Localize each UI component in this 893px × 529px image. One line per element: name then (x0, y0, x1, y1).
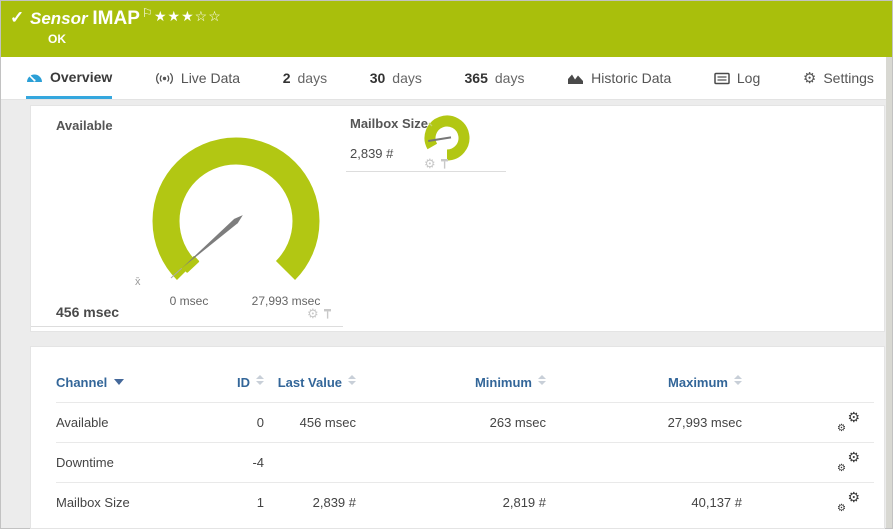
status-check-icon: ✓ (10, 8, 25, 27)
tab-365-days[interactable]: 365 days (465, 57, 525, 99)
live-data-icon (155, 72, 173, 84)
tab-settings-label: Settings (823, 70, 874, 86)
stars-filled: ★★★ (154, 8, 195, 24)
tab-2-days-label: days (297, 70, 328, 86)
sensor-name: IMAP (92, 8, 140, 29)
channel-maximum: 40,137 # (546, 482, 742, 522)
tab-live-data-label: Live Data (180, 70, 241, 86)
tab-30-days[interactable]: 30 days (370, 57, 422, 99)
tab-live-data[interactable]: Live Data (155, 57, 240, 99)
pin-icon[interactable] (323, 308, 332, 320)
available-gauge-cell[interactable]: Available x̄ 0 msec 27,993 msec 456 msec… (31, 106, 343, 327)
tab-log-label: Log (736, 70, 761, 86)
channel-id: 1 (206, 482, 264, 522)
sort-icon (256, 375, 264, 385)
tab-historic-data-label: Historic Data (591, 70, 672, 86)
available-gauge (152, 137, 320, 281)
sort-icon (734, 375, 742, 385)
tab-historic-data[interactable]: Historic Data (567, 57, 671, 99)
column-header-last-value[interactable]: Last Value (264, 361, 356, 403)
channel-id: -4 (206, 442, 264, 483)
channel-minimum (356, 442, 546, 483)
channel-last-value (264, 442, 356, 483)
channel-maximum: 27,993 msec (546, 402, 742, 443)
sort-desc-icon (114, 379, 125, 385)
scrollbar-track[interactable] (886, 57, 892, 528)
tab-365-days-label: days (494, 70, 525, 86)
channel-settings-icon[interactable]: ⚙ ⚙ (836, 409, 860, 434)
status-badge: OK (48, 32, 66, 46)
channel-name[interactable]: Mailbox Size (56, 482, 206, 522)
channel-last-value: 2,839 # (264, 482, 356, 522)
mailbox-size-gauge-cell[interactable]: Mailbox Size 2,839 # ⚙ (346, 106, 506, 172)
channels-table: Channel ID Last Value Minimum Maximum Av… (56, 361, 874, 522)
table-row[interactable]: Downtime -4 ⚙ ⚙ (56, 442, 874, 483)
channel-last-value: 456 msec (264, 402, 356, 443)
sensor-page: ✓ Sensor IMAP ⚐ ★★★☆☆ OK Overview Live D… (0, 0, 893, 529)
channel-name[interactable]: Available (56, 402, 206, 443)
tab-30-days-number: 30 (369, 70, 386, 86)
available-gauge-title: Available (56, 118, 113, 133)
average-marker: x̄ (135, 276, 141, 288)
tab-2-days-number: 2 (282, 70, 291, 86)
gauge-settings-gear-icon[interactable]: ⚙ (424, 156, 436, 172)
gauge-icon (27, 74, 42, 82)
sensor-type-label: Sensor (30, 9, 88, 28)
channel-id: 0 (206, 402, 264, 443)
gauge-settings-gear-icon[interactable]: ⚙ (307, 306, 319, 322)
sort-icon (348, 375, 356, 385)
pin-icon[interactable] (440, 158, 449, 170)
tab-settings[interactable]: ⚙ Settings (803, 57, 874, 99)
channel-minimum: 2,819 # (356, 482, 546, 522)
channel-minimum: 263 msec (356, 402, 546, 443)
channel-settings-icon[interactable]: ⚙ ⚙ (836, 489, 860, 514)
column-header-actions (742, 361, 874, 403)
tab-log[interactable]: Log (714, 57, 760, 99)
available-gauge-min-label: 0 msec (169, 294, 209, 308)
channel-name[interactable]: Downtime (56, 442, 206, 483)
sensor-status-header: ✓ Sensor IMAP ⚐ ★★★☆☆ OK (1, 1, 892, 57)
column-header-minimum[interactable]: Minimum (356, 361, 546, 403)
column-header-channel[interactable]: Channel (56, 361, 206, 403)
priority-stars[interactable]: ★★★☆☆ (154, 8, 222, 25)
channels-table-panel: Channel ID Last Value Minimum Maximum Av… (30, 346, 885, 529)
tab-bar: Overview Live Data 2 days 30 days 365 da… (1, 57, 886, 100)
table-row[interactable]: Available 0 456 msec 263 msec 27,993 mse… (56, 402, 874, 443)
column-header-maximum[interactable]: Maximum (546, 361, 742, 403)
tab-30-days-label: days (392, 70, 422, 86)
area-chart-icon (568, 74, 584, 84)
tab-365-days-number: 365 (464, 70, 488, 86)
tab-2-days[interactable]: 2 days (283, 57, 327, 99)
column-header-id[interactable]: ID (206, 361, 264, 403)
channel-maximum (546, 442, 742, 483)
tab-overview-label: Overview (50, 68, 113, 85)
flag-icon[interactable]: ⚐ (142, 6, 153, 20)
sort-icon (538, 375, 546, 385)
gauges-panel: Available x̄ 0 msec 27,993 msec 456 msec… (30, 105, 885, 332)
channel-settings-icon[interactable]: ⚙ ⚙ (836, 449, 860, 474)
page-title: Sensor IMAP ⚐ (30, 6, 153, 30)
stars-empty: ☆☆ (194, 8, 222, 24)
gear-icon: ⚙ (802, 70, 817, 87)
mailbox-gauge-value: 2,839 # (350, 146, 394, 161)
available-gauge-value: 456 msec (56, 304, 120, 320)
tab-overview[interactable]: Overview (26, 57, 113, 99)
table-row[interactable]: Mailbox Size 1 2,839 # 2,819 # 40,137 # … (56, 482, 874, 522)
log-list-icon (714, 72, 730, 84)
